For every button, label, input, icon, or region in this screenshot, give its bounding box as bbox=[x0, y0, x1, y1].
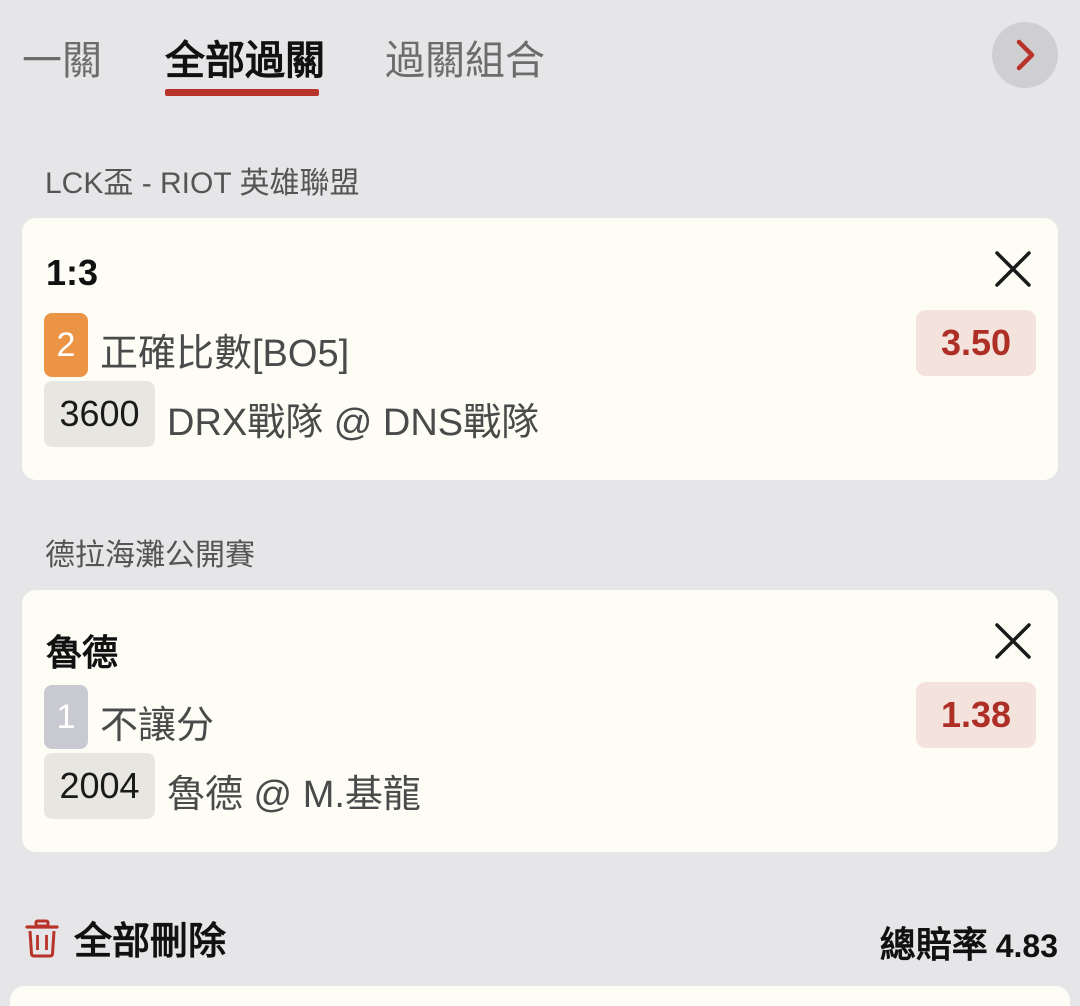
league-name: 德拉海灘公開賽 bbox=[45, 539, 255, 572]
remove-bet-button[interactable] bbox=[990, 246, 1036, 292]
trash-icon bbox=[25, 919, 59, 957]
delete-all-label: 全部刪除 bbox=[74, 921, 227, 963]
bet-slip-footer: 全部刪除 總賠率 4.83 bbox=[0, 880, 1080, 995]
tab-parlay-combo[interactable]: 過關組合 bbox=[385, 28, 545, 86]
match-teams: DRX戰隊 @ DNS戰隊 bbox=[167, 402, 540, 444]
total-odds-label: 總賠率 bbox=[879, 924, 988, 965]
match-teams: 魯德 @ M.基龍 bbox=[167, 774, 421, 816]
remove-bet-button[interactable] bbox=[990, 618, 1036, 664]
odds-value[interactable]: 1.38 bbox=[916, 682, 1036, 748]
bet-card: 1:3 2 正確比數[BO5] 3.50 3600 DRX戰隊 @ DNS戰隊 bbox=[22, 218, 1058, 480]
odds-value[interactable]: 3.50 bbox=[916, 310, 1036, 376]
bet-type-tabs: 一關 全部過關 過關組合 bbox=[0, 0, 1080, 110]
tab-single[interactable]: 一關 bbox=[22, 28, 102, 86]
total-odds-value: 4.83 bbox=[995, 928, 1058, 964]
chevron-right-icon bbox=[1016, 39, 1035, 71]
tab-all-parlay[interactable]: 全部過關 bbox=[165, 28, 325, 86]
bet-card: 魯德 1 不讓分 1.38 2004 魯德 @ M.基龍 bbox=[22, 590, 1058, 852]
total-odds: 總賠率 4.83 bbox=[880, 916, 1058, 968]
delete-all-button[interactable]: 全部刪除 bbox=[24, 910, 226, 965]
leg-number-badge: 1 bbox=[44, 685, 88, 749]
market-name: 不讓分 bbox=[100, 705, 215, 747]
close-icon bbox=[995, 623, 1031, 659]
market-name: 正確比數[BO5] bbox=[100, 333, 350, 375]
league-name: LCK盃 - RIOT 英雄聯盟 bbox=[45, 167, 360, 200]
selection-title: 1:3 bbox=[46, 252, 99, 293]
bottom-panel-edge bbox=[10, 986, 1070, 1006]
match-code: 3600 bbox=[44, 381, 155, 447]
leg-number-badge: 2 bbox=[44, 313, 88, 377]
tabs-next-button[interactable] bbox=[992, 22, 1058, 88]
close-icon bbox=[995, 251, 1031, 287]
match-code: 2004 bbox=[44, 753, 155, 819]
selection-title: 魯德 bbox=[46, 632, 119, 673]
active-tab-indicator bbox=[165, 89, 319, 96]
